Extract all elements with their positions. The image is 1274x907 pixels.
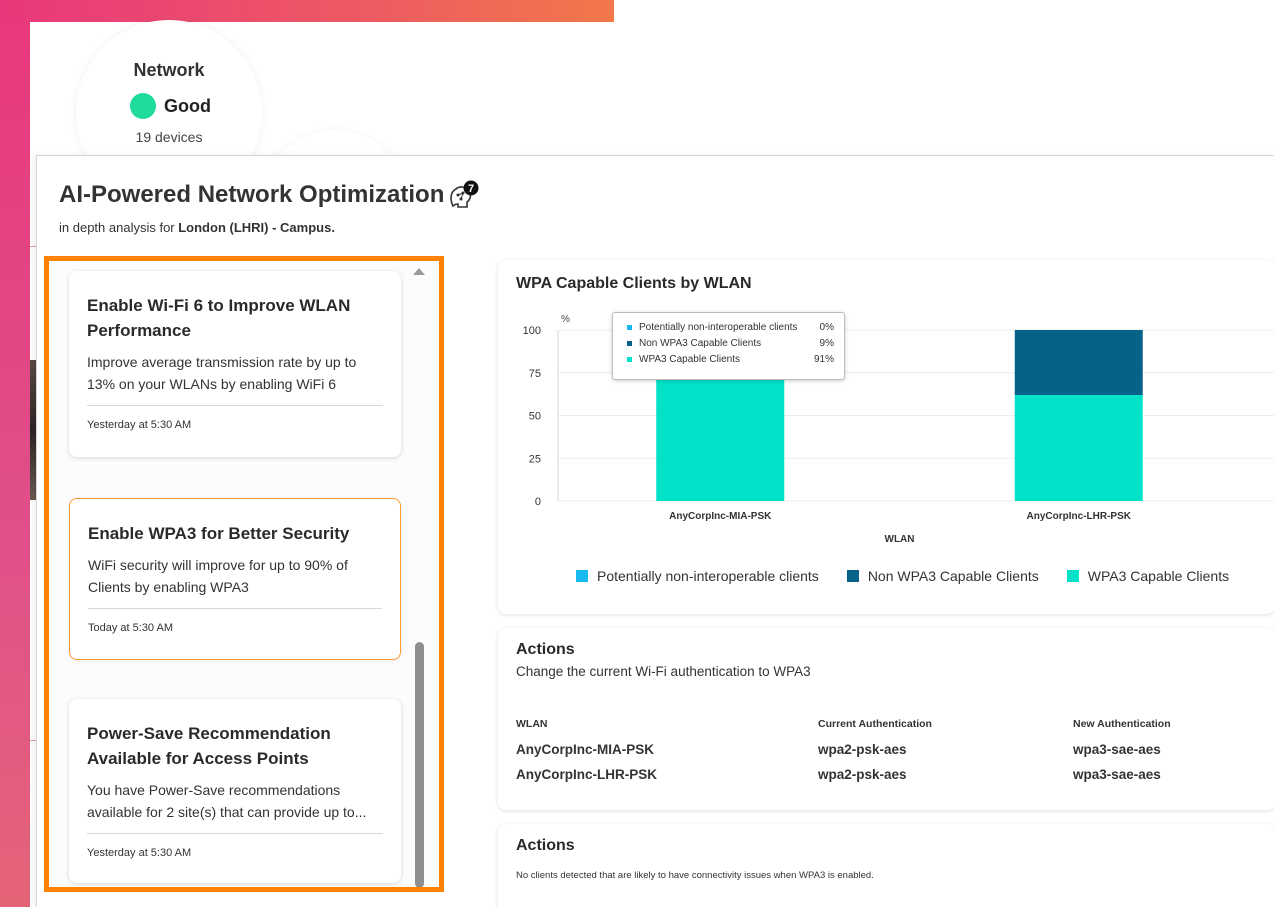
chart-panel: WPA Capable Clients by WLAN 0 25 50 75 100% A… [498, 260, 1274, 614]
y-tick-label: 75 [529, 368, 541, 380]
chart-legend: Potentially non-interoperable clients No… [576, 568, 1229, 584]
legend-label: WPA3 Capable Clients [1087, 568, 1230, 584]
modal-subtitle: in depth analysis for London (LHRI) - Ca… [59, 220, 335, 235]
actions-2-title: Actions [516, 837, 575, 854]
card-description: WiFi security will improve for up to 90%… [88, 557, 348, 595]
tooltip-value: 0% [819, 321, 834, 333]
tooltip-label: Potentially non-interoperable clients [639, 321, 798, 333]
wpa-chart[interactable]: 0 25 50 75 100% AnyCorpInc-MIA-PSK AnyCorpInc-… [498, 260, 1274, 560]
legend-swatch [576, 570, 588, 582]
network-device-count: 19 devices [135, 129, 203, 145]
recommendation-card-wpa3[interactable]: Enable WPA3 for Better Security WiFi sec… [69, 498, 401, 660]
chart-tooltip: Potentially non-interoperable clients 0%… [612, 312, 845, 380]
ai-badge-count: 7 [468, 183, 474, 195]
table-cell-wlan: AnyCorpInc-MIA-PSK [516, 742, 654, 757]
card-timestamp: Yesterday at 5:30 AM [87, 847, 192, 859]
tooltip-row: WPA3 Capable Clients 91% [627, 351, 834, 367]
column-header-current-auth: Current Authentication [818, 718, 932, 730]
legend-item[interactable]: Non WPA3 Capable Clients [846, 568, 1039, 584]
card-timestamp: Yesterday at 5:30 AM [87, 419, 192, 431]
legend-swatch [1066, 570, 1079, 582]
actions-2-note: No clients detected that are likely to h… [516, 870, 874, 881]
recommendation-list[interactable]: Enable Wi-Fi 6 to Improve WLAN Performan… [44, 256, 444, 892]
actions-title: Actions [516, 641, 575, 658]
y-tick-label: 0 [535, 496, 541, 508]
tooltip-row: Non WPA3 Capable Clients 9% [627, 335, 834, 351]
actions-subtitle: Change the current Wi-Fi authentication … [516, 664, 811, 679]
tooltip-swatch [627, 340, 632, 346]
y-tick-label: 100 [523, 325, 541, 337]
x-tick-label: AnyCorpInc-LHR-PSK [1027, 511, 1132, 522]
network-status: Good [130, 93, 211, 119]
tooltip-swatch [627, 356, 632, 362]
scroll-up-arrow-icon[interactable] [413, 268, 425, 275]
card-divider [87, 833, 383, 834]
ai-brain-icon: 7 [450, 180, 479, 208]
card-title: Enable WPA3 for Better Security [88, 524, 350, 543]
card-divider [88, 608, 382, 609]
table-cell-current-auth: wpa2-psk-aes [818, 767, 907, 782]
background-gradient-header [0, 0, 614, 22]
subtitle-location: London (LHRI) - Campus. [178, 220, 335, 235]
tooltip-label: WPA3 Capable Clients [639, 353, 740, 365]
legend-label: Non WPA3 Capable Clients [867, 568, 1039, 584]
tooltip-row: Potentially non-interoperable clients 0% [627, 319, 834, 335]
card-description: You have Power-Save recommendations avai… [87, 782, 367, 820]
network-status-label: Good [164, 95, 211, 116]
column-header-wlan: WLAN [516, 718, 548, 730]
recommendation-card-wifi6[interactable]: Enable Wi-Fi 6 to Improve WLAN Performan… [69, 271, 401, 457]
y-axis-unit: % [561, 314, 570, 325]
tooltip-swatch [627, 324, 632, 330]
legend-item[interactable]: Potentially non-interoperable clients [576, 568, 819, 584]
card-timestamp: Today at 5:30 AM [88, 622, 173, 634]
x-axis-label: WLAN [885, 534, 915, 545]
scrollbar-thumb[interactable] [415, 642, 424, 887]
recommendation-card-power-save[interactable]: Power-Save Recommendation Available for … [69, 699, 401, 883]
actions-panel-2: Actions No clients detected that are lik… [498, 824, 1274, 907]
subtitle-prefix: in depth analysis for [59, 220, 179, 235]
legend-swatch [846, 570, 859, 582]
card-divider [87, 405, 383, 406]
chart-bar-segment[interactable] [1014, 394, 1143, 501]
table-cell-new-auth: wpa3-sae-aes [1073, 742, 1161, 757]
tooltip-label: Non WPA3 Capable Clients [639, 337, 762, 349]
card-title: Enable Wi-Fi 6 to Improve WLAN Performan… [87, 296, 351, 340]
tooltip-value: 91% [813, 353, 834, 365]
y-tick-label: 25 [529, 453, 541, 465]
ai-optimization-modal: AI-Powered Network Optimization 7 in dep… [36, 155, 1274, 907]
network-title: Network [133, 60, 205, 80]
legend-label: Potentially non-interoperable clients [597, 568, 819, 584]
column-header-new-auth: New Authentication [1073, 718, 1171, 730]
card-description: Improve average transmission rate by up … [87, 354, 357, 392]
table-cell-current-auth: wpa2-psk-aes [818, 742, 907, 757]
x-tick-label: AnyCorpInc-MIA-PSK [669, 511, 772, 522]
card-title: Power-Save Recommendation Available for … [87, 724, 331, 768]
table-cell-wlan: AnyCorpInc-LHR-PSK [516, 767, 657, 782]
status-good-icon [130, 93, 156, 119]
y-tick-label: 50 [529, 411, 541, 423]
table-cell-new-auth: wpa3-sae-aes [1073, 767, 1161, 782]
legend-item[interactable]: WPA3 Capable Clients [1066, 568, 1230, 584]
tooltip-value: 9% [819, 337, 834, 349]
background-gradient-strip [0, 0, 30, 907]
modal-title: AI-Powered Network Optimization [59, 181, 445, 208]
chart-bar-segment[interactable] [1014, 330, 1143, 395]
actions-panel: Actions Change the current Wi-Fi authent… [498, 628, 1274, 810]
